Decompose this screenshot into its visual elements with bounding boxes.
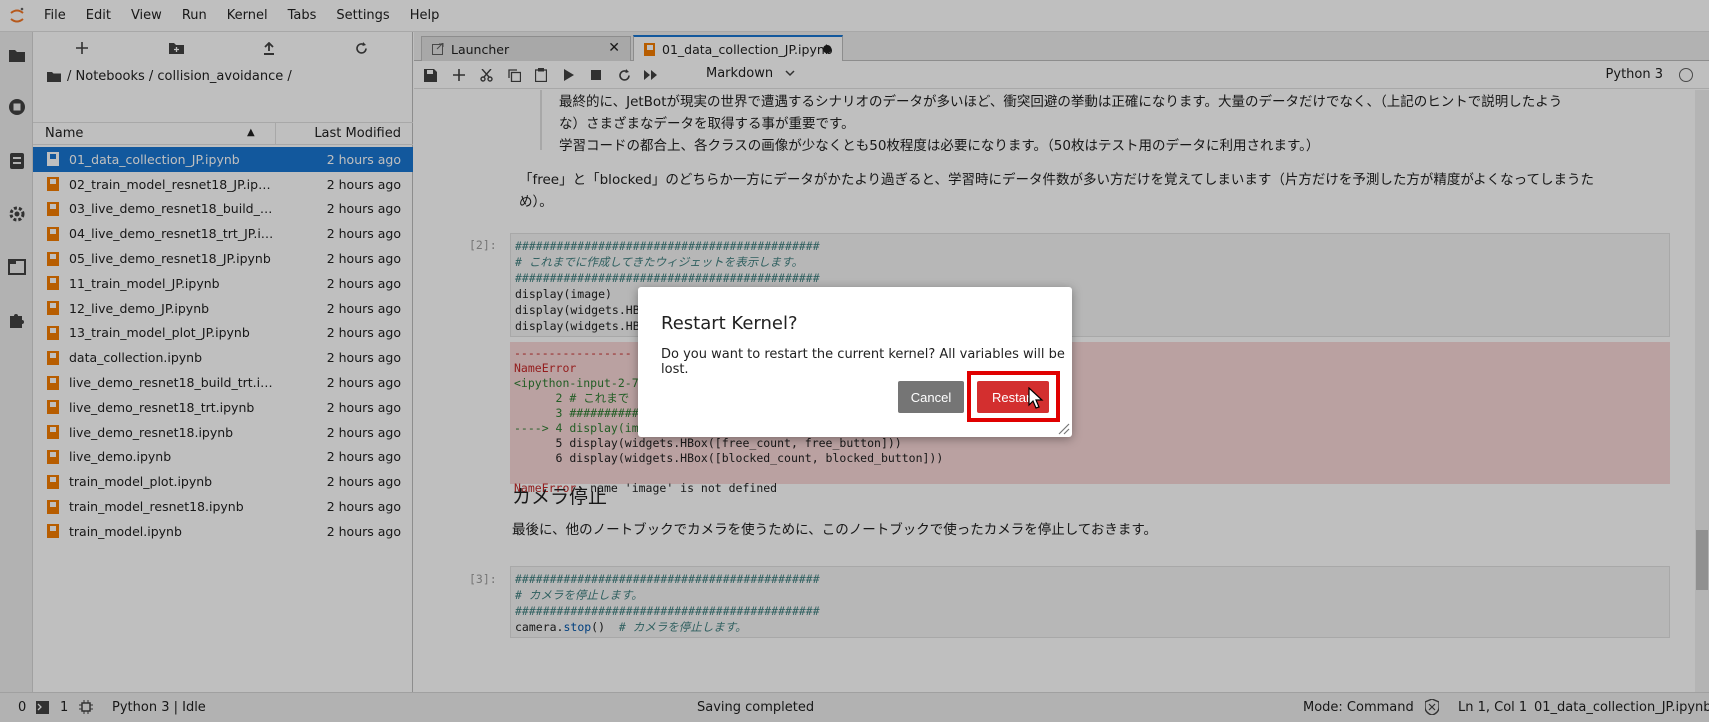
cancel-button[interactable]: Cancel [898, 381, 964, 413]
mouse-cursor-icon [1028, 387, 1044, 409]
restart-kernel-dialog: Restart Kernel? Do you want to restart t… [638, 287, 1072, 437]
resize-grip-icon[interactable] [1056, 421, 1070, 435]
dialog-body: Do you want to restart the current kerne… [661, 347, 1065, 377]
modal-overlay[interactable]: Restart Kernel? Do you want to restart t… [0, 0, 1709, 722]
dialog-title: Restart Kernel? [661, 313, 798, 334]
